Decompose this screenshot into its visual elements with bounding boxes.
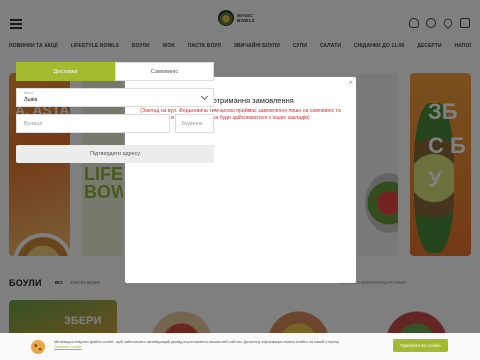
cookie-text: Ми використовуємо файли cookie, щоб забе… (54, 340, 354, 350)
cookie-message: Ми використовуємо файли cookie, щоб забе… (54, 340, 340, 344)
close-icon[interactable]: × (348, 79, 353, 87)
delivery-tab-button[interactable]: Доставка (16, 62, 115, 81)
city-select[interactable]: Місто Львів (16, 88, 214, 107)
confirm-address-button[interactable]: Підтвердити адресу (16, 145, 214, 163)
accept-cookies-button[interactable]: Прийняти всі cookie (393, 339, 448, 352)
house-input[interactable]: Будинок (175, 114, 214, 133)
pickup-tab-button[interactable]: Самовиніс (115, 62, 214, 81)
cookie-icon (31, 340, 45, 354)
cookie-policy-link[interactable]: Політика cookie (54, 345, 82, 349)
city-value: Львів (24, 97, 38, 103)
city-label: Місто (24, 91, 34, 95)
chevron-down-icon (200, 92, 209, 101)
street-input[interactable]: Вулиця (16, 114, 170, 133)
delivery-method-modal: × Спосіб отримання замовлення (Заклад на… (125, 77, 356, 283)
